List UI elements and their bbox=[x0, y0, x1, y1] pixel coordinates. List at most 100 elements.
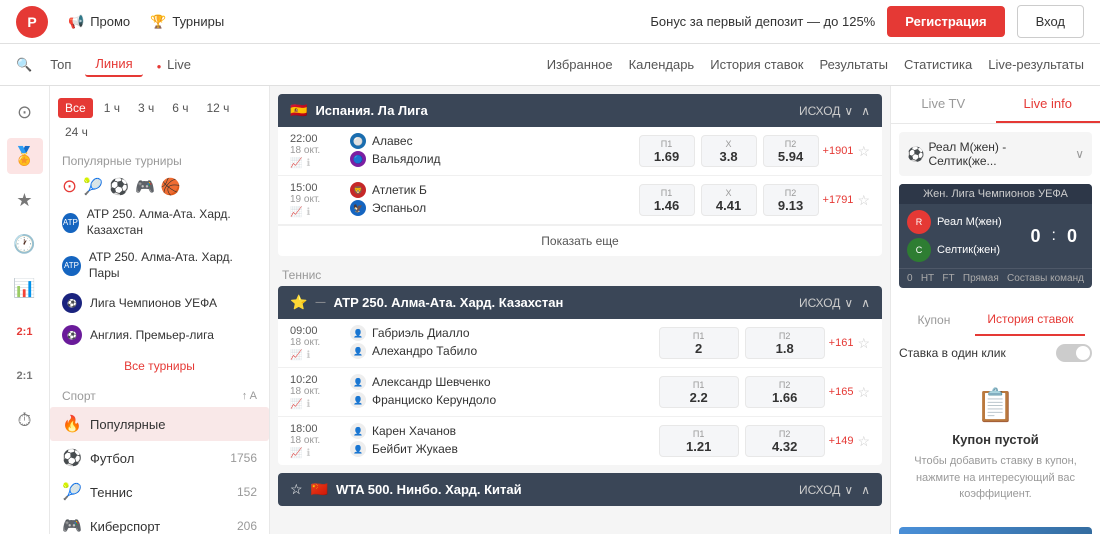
sport-sort-buttons[interactable]: ↑ A bbox=[242, 390, 257, 402]
link-history[interactable]: История ставок bbox=[710, 57, 803, 72]
sidebar-stats-icon[interactable]: 📊 bbox=[7, 270, 43, 306]
sidebar-clock-icon[interactable]: 🕐 bbox=[7, 226, 43, 262]
teams-diallo: 👤 Габриэль Диалло 👤 Алехандро Табило bbox=[350, 325, 651, 361]
fav-alaves[interactable]: ☆ bbox=[857, 143, 870, 160]
match-khachanov: 18:00 18 окт. 📈 ℹ 👤 Карен Хачанов 👤 Бейб… bbox=[278, 417, 882, 465]
score-footer-lineup[interactable]: Составы команд bbox=[1007, 273, 1084, 284]
odd-p1-diallo[interactable]: П1 2 bbox=[659, 327, 739, 359]
odd-p2-diallo[interactable]: П2 1.8 bbox=[745, 327, 825, 359]
sidebar-timer-icon[interactable]: ⏱ bbox=[7, 402, 43, 438]
filter-all[interactable]: Все bbox=[58, 98, 93, 118]
stat-icon-athletic[interactable]: 📈 bbox=[290, 207, 302, 218]
sport-icon-football[interactable]: ⚽ bbox=[109, 177, 129, 197]
filter-12h[interactable]: 12 ч bbox=[199, 98, 236, 118]
stat-icon-diallo[interactable]: 📈 bbox=[290, 350, 302, 361]
tab-live-tv[interactable]: Live TV bbox=[891, 86, 996, 123]
odd-p2-shevchenko[interactable]: П2 1.66 bbox=[745, 376, 825, 408]
tab-live[interactable]: ● Live bbox=[147, 53, 201, 76]
odd-p1-alaves[interactable]: П1 1.69 bbox=[639, 135, 695, 167]
count-alaves[interactable]: +1901 bbox=[823, 145, 854, 157]
score-footer-live[interactable]: Прямая bbox=[963, 273, 999, 284]
score-card-title: Жен. Лига Чемпионов УЕФА bbox=[899, 184, 1092, 204]
info-icon-diallo[interactable]: ℹ bbox=[306, 350, 310, 361]
info-icon-khachanov[interactable]: ℹ bbox=[306, 448, 310, 459]
odd-p2-athletic[interactable]: П2 9.13 bbox=[763, 184, 819, 216]
odd-x-alaves[interactable]: X 3.8 bbox=[701, 135, 757, 167]
sport-icon-basketball[interactable]: 🏀 bbox=[161, 177, 181, 197]
sidebar-live-icon[interactable]: 2:1 bbox=[7, 314, 43, 350]
stat-icon-alaves[interactable]: 📈 bbox=[290, 158, 302, 169]
register-button[interactable]: Регистрация bbox=[887, 6, 1004, 37]
tab-live-info[interactable]: Live info bbox=[996, 86, 1100, 123]
match-group-wta-header[interactable]: ☆ 🇨🇳 WTA 500. Нинбо. Хард. Китай ИСХОД ∨… bbox=[278, 473, 882, 506]
odd-p2-alaves[interactable]: П2 5.94 bbox=[763, 135, 819, 167]
fav-diallo[interactable]: ☆ bbox=[857, 335, 870, 352]
sport-icon-tennis[interactable]: 🎾 bbox=[83, 177, 103, 197]
logo[interactable]: P bbox=[16, 6, 48, 38]
team1-athletic: 🦁 Атлетик Б bbox=[350, 182, 631, 198]
filter-3h[interactable]: 3 ч bbox=[131, 98, 161, 118]
count-khachanov[interactable]: +149 bbox=[829, 435, 854, 447]
odd-p1-athletic[interactable]: П1 1.46 bbox=[639, 184, 695, 216]
link-results[interactable]: Результаты bbox=[819, 57, 887, 72]
sidebar-home-icon[interactable]: ⊙ bbox=[7, 94, 43, 130]
sport-icon-esports[interactable]: 🎮 bbox=[135, 177, 155, 197]
all-tournaments-link[interactable]: Все турниры bbox=[50, 351, 269, 381]
tournament-atp1[interactable]: ATP АТP 250. Алма-Ата. Хард. Казахстан bbox=[50, 201, 269, 244]
match-selector[interactable]: ⚽ Реал М(жен) - Селтик(же... ∨ bbox=[899, 132, 1092, 176]
tournament-atp2[interactable]: ATP АТP 250. Алма-Ата. Хард. Пары bbox=[50, 244, 269, 287]
count-athletic[interactable]: +1791 bbox=[823, 194, 854, 206]
bonus-text: Бонус за первый депозит — до 125% bbox=[650, 14, 875, 29]
odd-p1-khachanov[interactable]: П1 1.21 bbox=[659, 425, 739, 457]
tournament-ucl[interactable]: ⚽ Лига Чемпионов УЕФА bbox=[50, 287, 269, 319]
nav-tournaments[interactable]: 🏆 Турниры bbox=[150, 14, 224, 30]
fav-athletic[interactable]: ☆ bbox=[857, 192, 870, 209]
tournament-epl[interactable]: ⚽ Англия. Премьер-лига bbox=[50, 319, 269, 351]
empty-coupon: 📋 Купон пустой Чтобы добавить ставку в к… bbox=[891, 370, 1100, 519]
nav-promo[interactable]: 📢 Промо bbox=[68, 14, 130, 30]
one-click-toggle[interactable] bbox=[1056, 344, 1092, 362]
info-icon-athletic[interactable]: ℹ bbox=[306, 207, 310, 218]
fav-khachanov[interactable]: ☆ bbox=[857, 433, 870, 450]
sport-icon-betsson[interactable]: ⊙ bbox=[62, 176, 77, 197]
match-time-khachanov: 18:00 18 окт. 📈 ℹ bbox=[290, 423, 350, 459]
count-shevchenko[interactable]: +165 bbox=[829, 386, 854, 398]
coupon-tab-coupon[interactable]: Купон bbox=[906, 305, 963, 335]
sport-popular[interactable]: 🔥 Популярные bbox=[50, 407, 269, 441]
icon-tabilo: 👤 bbox=[350, 343, 366, 359]
show-more-laliga[interactable]: Показать еще bbox=[278, 225, 882, 256]
info-icon-shevchenko[interactable]: ℹ bbox=[306, 399, 310, 410]
tournament-logo-epl: ⚽ bbox=[62, 325, 82, 345]
odd-p1-shevchenko[interactable]: П1 2.2 bbox=[659, 376, 739, 408]
stat-icon-shevchenko[interactable]: 📈 bbox=[290, 399, 302, 410]
match-group-atp-header[interactable]: ⭐ — АТP 250. Алма-Ата. Хард. Казахстан И… bbox=[278, 286, 882, 319]
match-group-laliga-header[interactable]: 🇪🇸 Испания. Ла Лига ИСХОД ∨ ∧ bbox=[278, 94, 882, 127]
sport-esports[interactable]: 🎮 Киберспорт 206 bbox=[50, 509, 269, 534]
odd-p2-khachanov[interactable]: П2 4.32 bbox=[745, 425, 825, 457]
link-favorites[interactable]: Избранное bbox=[547, 57, 613, 72]
tab-top[interactable]: Топ bbox=[40, 53, 81, 76]
filter-6h[interactable]: 6 ч bbox=[165, 98, 195, 118]
sidebar-star-icon[interactable]: ★ bbox=[7, 182, 43, 218]
sport-tennis[interactable]: 🎾 Теннис 152 bbox=[50, 475, 269, 509]
link-stats[interactable]: Статистика bbox=[904, 57, 972, 72]
sport-football[interactable]: ⚽ Футбол 1756 bbox=[50, 441, 269, 475]
sidebar-sports-icon[interactable]: 🏅 bbox=[7, 138, 43, 174]
tab-liniya[interactable]: Линия bbox=[85, 52, 142, 77]
search-icon[interactable]: 🔍 bbox=[16, 57, 32, 73]
stat-icon-khachanov[interactable]: 📈 bbox=[290, 448, 302, 459]
sidebar-scores-icon[interactable]: 2:1 bbox=[7, 358, 43, 394]
fav-shevchenko[interactable]: ☆ bbox=[857, 384, 870, 401]
login-button[interactable]: Вход bbox=[1017, 5, 1084, 38]
link-calendar[interactable]: Календарь bbox=[629, 57, 695, 72]
link-live-results[interactable]: Live-результаты bbox=[988, 57, 1084, 72]
filter-24h[interactable]: 24 ч bbox=[58, 122, 95, 142]
count-diallo[interactable]: +161 bbox=[829, 337, 854, 349]
match-athletic: 15:00 19 окт. 📈 ℹ 🦁 Атлетик Б 🦅 Эспаньол bbox=[278, 176, 882, 225]
filter-1h[interactable]: 1 ч bbox=[97, 98, 127, 118]
odd-x-athletic[interactable]: X 4.41 bbox=[701, 184, 757, 216]
coupon-tab-history[interactable]: История ставок bbox=[975, 304, 1085, 336]
score-footer-ht: 0 bbox=[907, 273, 913, 284]
info-icon-alaves[interactable]: ℹ bbox=[306, 158, 310, 169]
match-alaves: 22:00 18 окт. 📈 ℹ ⚪ Алавес 🔵 Вальядолид bbox=[278, 127, 882, 176]
